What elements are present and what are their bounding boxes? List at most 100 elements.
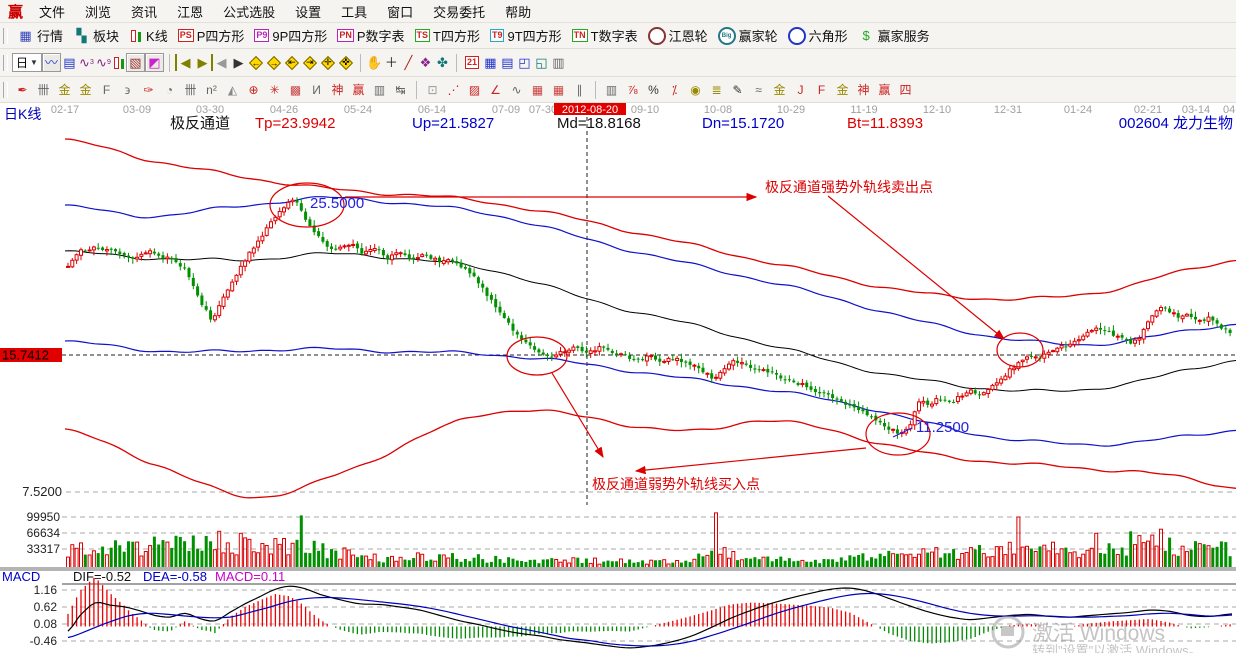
quickbar-p-square-button[interactable]: PSP四方形 bbox=[173, 26, 250, 45]
data-table-icon[interactable]: ▦ bbox=[482, 54, 499, 71]
wave-tool-icon[interactable]: ≈ bbox=[748, 81, 769, 99]
fan-lines-icon[interactable]: ⋰ bbox=[443, 81, 464, 99]
quickbar-t-number-table-button[interactable]: TNT数字表 bbox=[567, 26, 643, 45]
next-bar-icon[interactable]: ▶ bbox=[230, 54, 247, 71]
j-angle-icon[interactable]: J bbox=[790, 81, 811, 99]
ying-angle-icon[interactable]: 赢 bbox=[874, 81, 895, 99]
zigzag-icon[interactable]: ∿ bbox=[506, 81, 527, 99]
menu-item-browse[interactable]: 浏览 bbox=[75, 5, 121, 20]
gann-grid-icon[interactable]: ▩ bbox=[285, 81, 306, 99]
cycle-tool-icon[interactable]: ✤ bbox=[434, 54, 451, 71]
zoom-out-all-icon[interactable]: ✜ bbox=[338, 55, 354, 71]
sectors-icon: ▚ bbox=[73, 27, 90, 44]
f-angle-icon[interactable]: F bbox=[811, 81, 832, 99]
web-page-icon[interactable]: ◱ bbox=[533, 54, 550, 71]
ruler-123-icon[interactable]: ▥ bbox=[369, 81, 390, 99]
zoom-out-h-icon[interactable]: ⇥ bbox=[302, 55, 318, 71]
quickbar-9p-square-button[interactable]: P99P四方形 bbox=[249, 26, 332, 45]
quickbar-winner-service-button[interactable]: $赢家服务 bbox=[853, 26, 935, 45]
wave-9-icon[interactable]: ∿9 bbox=[95, 54, 112, 71]
prev-bar-icon[interactable]: ◀ bbox=[213, 54, 230, 71]
golden-section-icon[interactable]: 金 bbox=[54, 81, 75, 99]
parallel-lines-icon[interactable]: ∥ bbox=[569, 81, 590, 99]
ying-tool-icon[interactable]: 赢 bbox=[348, 81, 369, 99]
percent-retrace-icon[interactable]: ⅞ bbox=[622, 81, 643, 99]
quickbar-p-number-table-button[interactable]: PNP数字表 bbox=[332, 26, 409, 45]
quickbar-t-square-button[interactable]: TST四方形 bbox=[410, 26, 485, 45]
si-angle-icon[interactable]: 四 bbox=[895, 81, 916, 99]
quickbar-gann-wheel-button[interactable]: 江恩轮 bbox=[643, 26, 713, 45]
golden-box-icon[interactable]: 金 bbox=[769, 81, 790, 99]
zoom-in-h-icon[interactable]: ⇤ bbox=[284, 55, 300, 71]
menu-item-settings[interactable]: 设置 bbox=[285, 5, 331, 20]
quickbar-quotes-button[interactable]: ▦行情 bbox=[12, 26, 68, 45]
gann-frame-icon[interactable]: ▧ bbox=[126, 53, 145, 72]
menu-item-tools[interactable]: 工具 bbox=[331, 5, 377, 20]
zoom-right-icon[interactable]: → bbox=[266, 55, 282, 71]
quickbar-sectors-button[interactable]: ▚板块 bbox=[68, 26, 124, 45]
circle-cross-icon[interactable]: ⊕ bbox=[243, 81, 264, 99]
price-ruler-icon[interactable]: ▥ bbox=[601, 81, 622, 99]
percent-line-icon[interactable]: ⁒ bbox=[664, 81, 685, 99]
zoom-left-icon[interactable]: ← bbox=[248, 55, 264, 71]
menu-item-help[interactable]: 帮助 bbox=[495, 5, 541, 20]
ruler-icon[interactable]: 卌 bbox=[180, 81, 201, 99]
shen-tool-icon[interactable]: 神 bbox=[327, 81, 348, 99]
zoom-in-all-icon[interactable]: ✛ bbox=[320, 55, 336, 71]
quickbar-9t-square-button[interactable]: T99T四方形 bbox=[485, 26, 567, 45]
menu-item-gann[interactable]: 江恩 bbox=[167, 5, 213, 20]
svg-text:MACD: MACD bbox=[2, 569, 40, 584]
wave-n-icon[interactable]: И bbox=[306, 81, 327, 99]
svg-text:Bt=11.8393: Bt=11.8393 bbox=[847, 115, 923, 132]
period-day-icon[interactable]: 日▼ bbox=[12, 53, 42, 72]
golden-circle-icon[interactable]: ◉ bbox=[685, 81, 706, 99]
shen-angle-icon[interactable]: 神 bbox=[853, 81, 874, 99]
quotes-icon: ▦ bbox=[17, 27, 34, 44]
layout-icon[interactable]: 〰 bbox=[42, 53, 61, 72]
menu-item-file[interactable]: 文件 bbox=[29, 5, 75, 20]
quickbar-hexagon-button[interactable]: 六角形 bbox=[783, 26, 853, 45]
grid-red-2-icon[interactable]: ▦ bbox=[548, 81, 569, 99]
menu-item-formula-stock-pick[interactable]: 公式选股 bbox=[213, 5, 285, 20]
save-icon[interactable]: ◰ bbox=[516, 54, 533, 71]
menu-item-news[interactable]: 资讯 bbox=[121, 5, 167, 20]
grid-red-icon[interactable]: ▦ bbox=[527, 81, 548, 99]
pitchfork-icon[interactable]: ∠ bbox=[485, 81, 506, 99]
star-burst-icon[interactable]: ✳ bbox=[264, 81, 285, 99]
golden-lines-icon[interactable]: ≣ bbox=[706, 81, 727, 99]
menu-item-window[interactable]: 窗口 bbox=[377, 5, 423, 20]
golden-section-2-icon[interactable]: 金 bbox=[75, 81, 96, 99]
p-number-table-icon: PN bbox=[337, 29, 354, 42]
printer-icon[interactable]: ▥ bbox=[550, 54, 567, 71]
calendar-icon[interactable]: 21 bbox=[465, 56, 479, 69]
golden-angle-icon[interactable]: 金 bbox=[832, 81, 853, 99]
wave-3-icon[interactable]: ∿3 bbox=[78, 54, 95, 71]
report-icon[interactable]: ▤ bbox=[499, 54, 516, 71]
drag-hand-icon[interactable]: ✋ bbox=[366, 54, 383, 71]
color-chart-icon[interactable]: ◩ bbox=[145, 53, 164, 72]
first-bar-icon[interactable]: ◀ bbox=[175, 54, 194, 71]
last-bar-icon[interactable]: ▶ bbox=[194, 54, 213, 71]
menu-item-trade-order[interactable]: 交易委托 bbox=[423, 5, 495, 20]
chart-canvas[interactable]: 极反通道Tp=23.9942Up=21.5827Md=18.8168Dn=15.… bbox=[0, 115, 1236, 653]
brush-tool-icon[interactable]: ✑ bbox=[138, 81, 159, 99]
crosshair-icon[interactable]: ＋ bbox=[383, 54, 400, 71]
quickbar-winner-wheel-button[interactable]: Big赢家轮 bbox=[713, 26, 783, 45]
width-tool-icon[interactable]: ↹ bbox=[390, 81, 411, 99]
fib-ruler-icon[interactable]: F bbox=[96, 81, 117, 99]
box-tool-icon[interactable]: ⊡ bbox=[422, 81, 443, 99]
pen-2-icon[interactable]: ✎ bbox=[727, 81, 748, 99]
spiral-tool-icon[interactable]: ϶ bbox=[117, 81, 138, 99]
angle-tool-icon[interactable]: ◭ bbox=[222, 81, 243, 99]
candle-style-icon[interactable] bbox=[112, 55, 126, 70]
gann-ruler-icon[interactable]: 卌 bbox=[33, 81, 54, 99]
time-cycle-icon[interactable]: ◔ bbox=[159, 81, 180, 99]
gann-shape-icon[interactable]: ❖ bbox=[417, 54, 434, 71]
fan-box-icon[interactable]: ▨ bbox=[464, 81, 485, 99]
quickbar-kline-button[interactable]: K线 bbox=[124, 26, 173, 45]
pencil-tool-icon[interactable]: ✒ bbox=[12, 81, 33, 99]
trend-line-icon[interactable]: ╱ bbox=[400, 54, 417, 71]
info-panel-icon[interactable]: ▤ bbox=[61, 54, 78, 71]
square-of-nine-icon[interactable]: n² bbox=[201, 81, 222, 99]
percent-icon[interactable]: % bbox=[643, 81, 664, 99]
